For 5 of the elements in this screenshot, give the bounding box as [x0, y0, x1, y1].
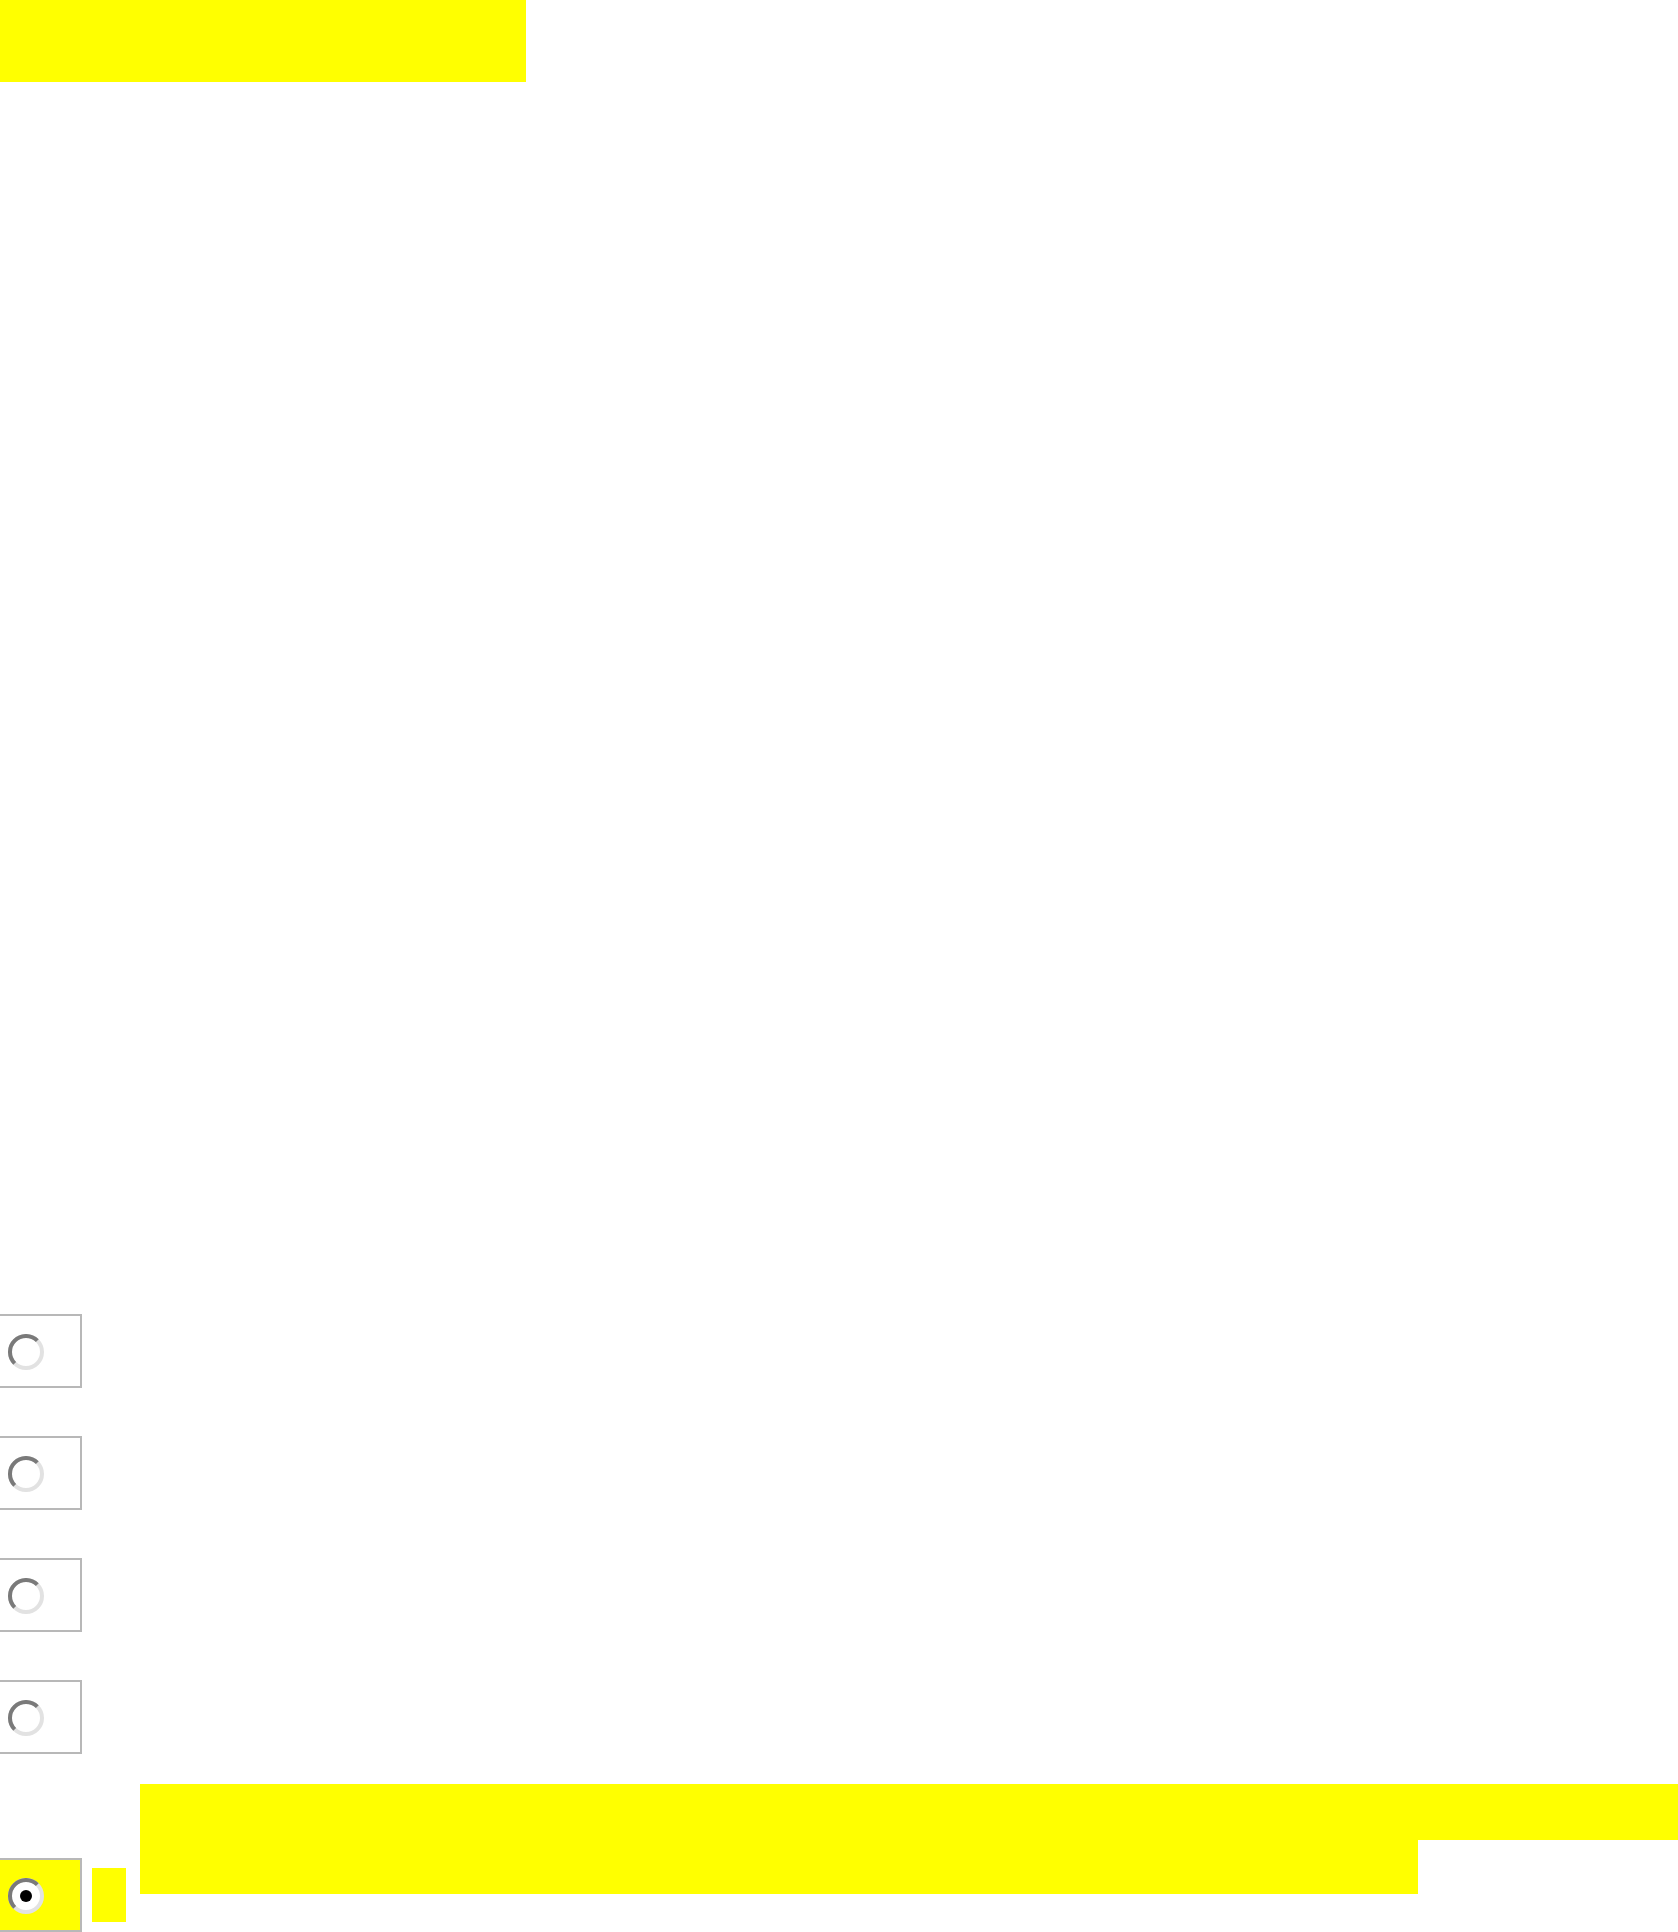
radio-button[interactable] — [8, 1877, 44, 1913]
radio-button[interactable] — [8, 1333, 44, 1369]
radio-button[interactable] — [8, 1577, 44, 1613]
radio-button[interactable] — [8, 1699, 44, 1735]
radio-button[interactable] — [8, 1455, 44, 1491]
